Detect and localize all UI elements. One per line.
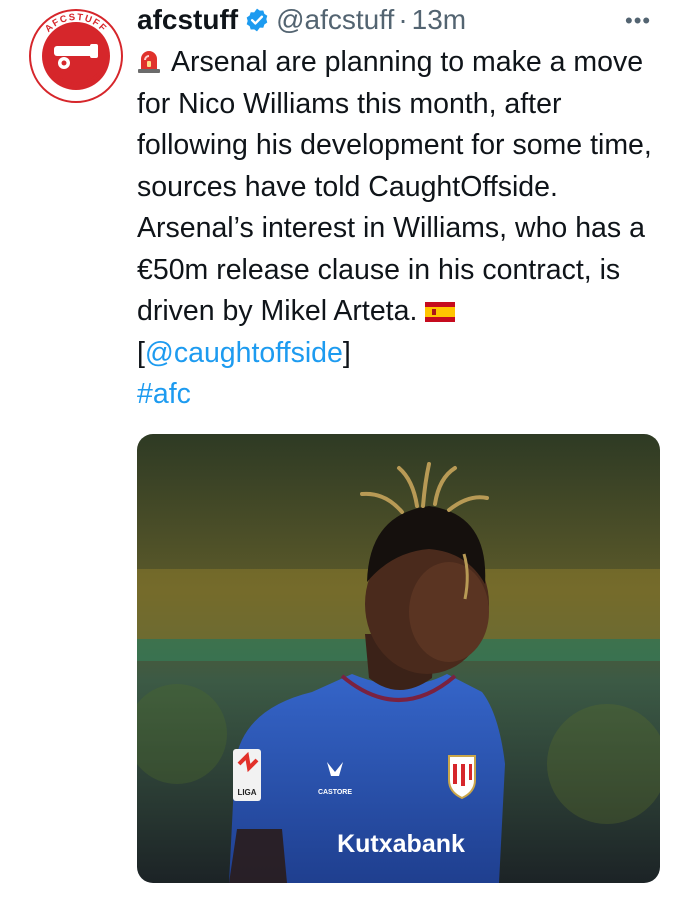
- tweet-media-image[interactable]: LIGA CASTORE Kutxabank: [137, 434, 660, 883]
- avatar[interactable]: AFCSTUFF AFCSTUFF: [28, 8, 124, 104]
- svg-text:CASTORE: CASTORE: [318, 789, 352, 796]
- hashtag-link[interactable]: #afc: [137, 378, 191, 410]
- liga-sleeve-badge: LIGA: [233, 749, 261, 801]
- sponsor-text: Kutxabank: [337, 830, 465, 858]
- tweet-header: afcstuff @afcstuff · 13m: [137, 0, 466, 40]
- verified-badge-icon: [244, 7, 270, 33]
- tweet-text-main: Arsenal are planning to make a move for …: [137, 46, 652, 327]
- source-mention-link[interactable]: @caughtoffside: [145, 337, 343, 369]
- source-close-bracket: ]: [342, 336, 351, 369]
- display-name[interactable]: afcstuff: [137, 4, 238, 36]
- club-crest-icon: [448, 755, 476, 800]
- tweet-text: Arsenal are planning to make a move for …: [137, 42, 667, 416]
- more-options-icon[interactable]: •••: [625, 8, 651, 34]
- spain-flag-icon: [425, 293, 456, 322]
- source-open-bracket: [: [137, 336, 145, 369]
- siren-icon: [137, 45, 161, 73]
- timestamp[interactable]: 13m: [412, 4, 466, 36]
- user-handle[interactable]: @afcstuff: [276, 4, 394, 36]
- separator-dot: ·: [398, 4, 408, 35]
- svg-text:LIGA: LIGA: [237, 788, 256, 797]
